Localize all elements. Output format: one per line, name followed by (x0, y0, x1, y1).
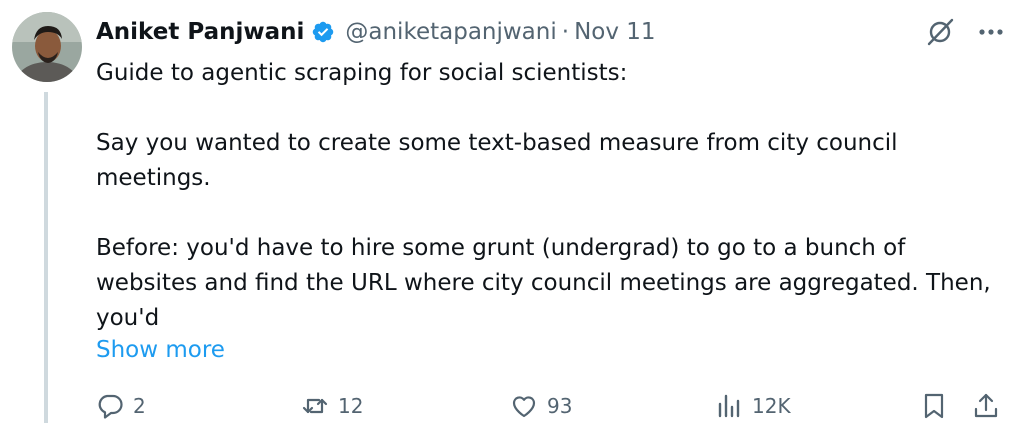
share-icon (974, 393, 998, 418)
reply-icon (98, 394, 123, 419)
bookmark-button[interactable] (920, 388, 948, 423)
bookmark-icon (924, 393, 944, 419)
heart-icon (512, 396, 536, 418)
views-icon (718, 394, 740, 418)
avatar[interactable] (12, 12, 82, 82)
thread-line (44, 92, 48, 423)
views-button[interactable]: 12K (715, 388, 791, 423)
tweet-header: Aniket Panjwani @aniketapanjwani · Nov 1… (96, 14, 656, 50)
reply-button[interactable]: 2 (96, 388, 146, 423)
retweet-icon (302, 398, 328, 414)
display-name[interactable]: Aniket Panjwani (96, 19, 304, 45)
show-more-link[interactable]: Show more (96, 333, 225, 368)
retweet-count: 12 (338, 394, 364, 418)
like-button[interactable]: 93 (510, 388, 572, 423)
reply-count: 2 (133, 394, 146, 418)
views-count: 12K (752, 394, 791, 418)
tweet: Aniket Panjwani @aniketapanjwani · Nov 1… (0, 0, 1019, 423)
tweet-actions: 2 12 93 12K (96, 388, 1008, 423)
like-count: 93 (547, 394, 573, 418)
grok-icon[interactable] (925, 17, 955, 47)
tweet-text-line: Guide to agentic scraping for social sci… (96, 60, 628, 86)
more-options-icon[interactable] (977, 18, 1005, 46)
retweet-button[interactable]: 12 (301, 388, 363, 423)
author-handle[interactable]: @aniketapanjwani (345, 19, 556, 45)
tweet-text-paragraph: Before: you'd have to hire some grunt (u… (96, 235, 991, 331)
separator-dot: · (561, 19, 570, 45)
verified-badge-icon (311, 20, 335, 44)
tweet-text: Guide to agentic scraping for social sci… (96, 56, 996, 336)
tweet-date[interactable]: Nov 11 (574, 19, 655, 45)
tweet-text-paragraph: Say you wanted to create some text-based… (96, 130, 898, 191)
share-button[interactable] (972, 388, 1000, 423)
header-actions (925, 14, 1005, 50)
